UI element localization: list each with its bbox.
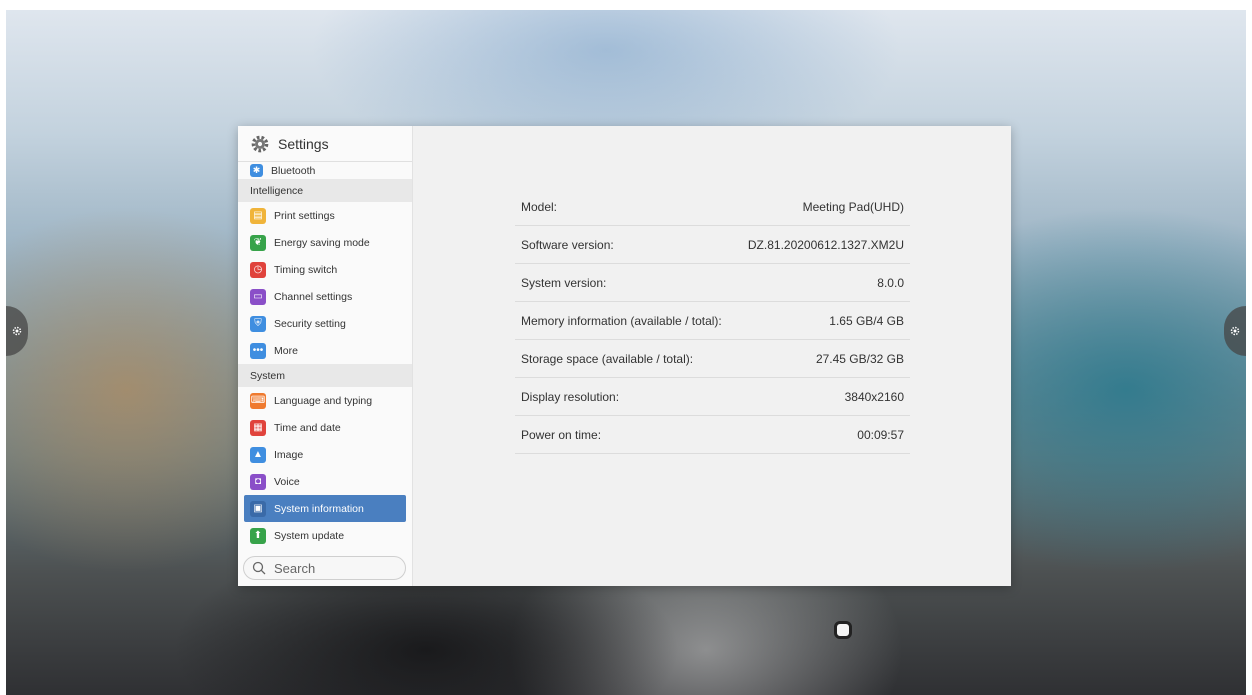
gear-icon [12, 326, 22, 336]
sidebar-item-time-date[interactable]: ▦ Time and date [238, 414, 412, 441]
info-row-memory: Memory information (available / total): … [515, 302, 910, 340]
info-row-display-resolution: Display resolution: 3840x2160 [515, 378, 910, 416]
sidebar-item-print-settings[interactable]: ▤ Print settings [238, 202, 412, 229]
home-button[interactable] [834, 621, 852, 639]
sidebar-item-label: Language and typing [274, 394, 373, 407]
clock-icon: ◷ [250, 261, 266, 278]
sidebar-list: ✱ Bluetooth Intelligence ▤ Print setting… [238, 162, 412, 549]
gear-icon [1230, 326, 1240, 336]
settings-title: Settings [278, 135, 329, 152]
info-card-icon: ▣ [250, 500, 266, 517]
sidebar-item-label: Image [274, 448, 304, 461]
sidebar-item-voice[interactable]: ◘ Voice [238, 468, 412, 495]
sidebar-header: Settings [238, 126, 412, 162]
sidebar-item-label: Voice [274, 475, 300, 488]
image-icon: ▲ [250, 446, 266, 463]
info-label: Model: [521, 199, 558, 214]
section-header-intelligence: Intelligence [238, 179, 412, 202]
sidebar-search-box[interactable] [243, 556, 406, 580]
info-row-power-on-time: Power on time: 00:09:57 [515, 416, 910, 454]
sidebar-item-image[interactable]: ▲ Image [238, 441, 412, 468]
system-info-table: Model: Meeting Pad(UHD) Software version… [515, 188, 910, 454]
printer-icon: ▤ [250, 207, 266, 224]
sidebar-item-label: System information [274, 502, 364, 515]
keyboard-icon: ⌨ [250, 392, 266, 409]
sidebar-item-more[interactable]: ••• More [238, 337, 412, 364]
right-edge-settings-tab[interactable] [1224, 306, 1246, 356]
sidebar-item-label: More [274, 344, 298, 357]
info-value: DZ.81.20200612.1327.XM2U [747, 237, 904, 252]
settings-sidebar: Settings ✱ Bluetooth Intelligence ▤ Prin… [238, 126, 413, 586]
info-row-software-version: Software version: DZ.81.20200612.1327.XM… [515, 226, 910, 264]
calendar-icon: ▦ [250, 419, 266, 436]
sidebar-item-energy-saving[interactable]: ❦ Energy saving mode [238, 229, 412, 256]
bluetooth-icon: ✱ [250, 164, 263, 177]
top-strip [0, 0, 1252, 10]
system-information-panel: Model: Meeting Pad(UHD) Software version… [413, 126, 1011, 586]
sidebar-item-label: Timing switch [274, 263, 338, 276]
info-label: Storage space (available / total): [521, 351, 694, 366]
info-value: 27.45 GB/32 GB [815, 351, 904, 366]
sidebar-item-label: Energy saving mode [274, 236, 370, 249]
search-icon [252, 561, 266, 575]
more-dots-icon: ••• [250, 342, 266, 359]
info-value: 1.65 GB/4 GB [829, 313, 904, 328]
sidebar-item-timing-switch[interactable]: ◷ Timing switch [238, 256, 412, 283]
monitor-icon: ▭ [250, 288, 266, 305]
info-row-system-version: System version: 8.0.0 [515, 264, 910, 302]
sidebar-item-security-setting[interactable]: ⛨ Security setting [238, 310, 412, 337]
sidebar-item-bluetooth[interactable]: ✱ Bluetooth [238, 162, 412, 179]
info-label: Software version: [521, 237, 614, 252]
info-value: Meeting Pad(UHD) [802, 199, 904, 214]
sidebar-item-label: System update [274, 529, 345, 542]
sidebar-item-channel-settings[interactable]: ▭ Channel settings [238, 283, 412, 310]
sidebar-item-system-information[interactable]: ▣ System information [244, 495, 406, 522]
shield-icon: ⛨ [250, 315, 266, 332]
sidebar-item-label: Time and date [274, 421, 341, 434]
settings-gear-icon [251, 135, 269, 152]
sidebar-item-label: Bluetooth [271, 164, 316, 177]
sidebar-item-label: Channel settings [274, 290, 353, 303]
info-label: Display resolution: [521, 389, 620, 404]
leaf-icon: ❦ [250, 234, 266, 251]
sidebar-item-system-update[interactable]: ⬆ System update [238, 522, 412, 549]
speaker-icon: ◘ [250, 473, 266, 490]
info-row-storage: Storage space (available / total): 27.45… [515, 340, 910, 378]
info-label: Memory information (available / total): [521, 313, 722, 328]
info-value: 8.0.0 [877, 275, 904, 290]
info-label: System version: [521, 275, 607, 290]
info-label: Power on time: [521, 427, 602, 442]
sidebar-item-label: Print settings [274, 209, 335, 222]
settings-window: Settings ✱ Bluetooth Intelligence ▤ Prin… [238, 126, 1011, 586]
info-row-model: Model: Meeting Pad(UHD) [515, 188, 910, 226]
sidebar-item-label: Security setting [274, 317, 346, 330]
section-header-system: System [238, 364, 412, 387]
sidebar-item-language-typing[interactable]: ⌨ Language and typing [238, 387, 412, 414]
info-value: 00:09:57 [857, 427, 904, 442]
upload-arrow-icon: ⬆ [250, 527, 266, 544]
search-input[interactable] [272, 559, 396, 577]
info-value: 3840x2160 [844, 389, 904, 404]
left-edge-settings-tab[interactable] [6, 306, 28, 356]
